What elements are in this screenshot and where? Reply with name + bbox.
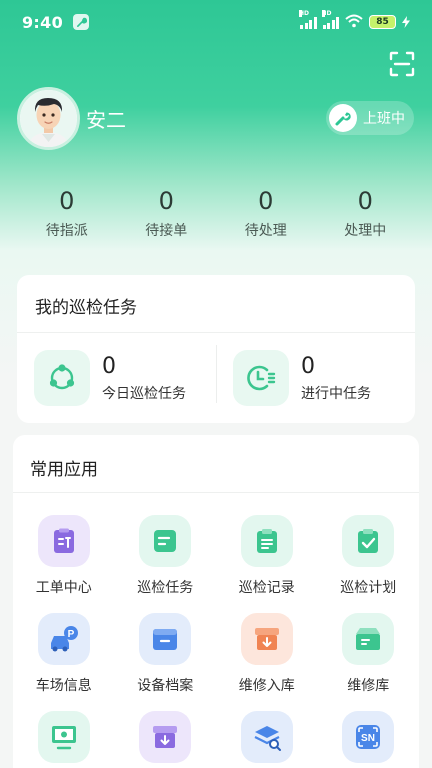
scan-icon[interactable] xyxy=(388,50,416,78)
app-patrol-plan[interactable]: 巡检计划 xyxy=(318,515,420,596)
app-label: 巡检任务 xyxy=(137,580,194,596)
monitor-icon xyxy=(37,711,90,763)
in-progress-task[interactable]: 0 进行中任务 xyxy=(216,333,415,423)
avatar[interactable] xyxy=(17,87,80,150)
repair-storage-icon xyxy=(342,613,395,665)
patrol-card-title: 我的巡检任务 xyxy=(17,275,415,333)
patrol-plan-icon xyxy=(342,515,395,567)
stat-label: 处理中 xyxy=(344,223,387,239)
wrench-icon xyxy=(73,14,89,30)
today-patrol-task[interactable]: 0 今日巡检任务 xyxy=(17,333,216,423)
svg-text:P: P xyxy=(67,629,74,640)
stat-pending-accept[interactable]: 0 待接单 xyxy=(117,186,217,240)
app-label: 巡检记录 xyxy=(238,580,295,596)
charging-icon xyxy=(402,13,410,32)
stat-processing[interactable]: 0 处理中 xyxy=(316,186,416,240)
status-time: 9:40 xyxy=(22,12,63,32)
apps-card-title: 常用应用 xyxy=(13,435,419,493)
clock-list-icon xyxy=(233,350,289,406)
signal-icon: HD xyxy=(299,9,317,29)
app-monitor[interactable] xyxy=(13,711,115,768)
stat-label: 待指派 xyxy=(45,223,88,239)
duty-status-button[interactable]: 上班中 xyxy=(326,101,414,135)
stat-pending-assign[interactable]: 0 待指派 xyxy=(17,186,117,240)
stat-value: 0 xyxy=(357,187,373,215)
app-layers-search[interactable] xyxy=(216,711,318,768)
device-archive-icon xyxy=(139,613,192,665)
app-label: 车场信息 xyxy=(35,678,92,694)
app-sn-scan[interactable]: SN xyxy=(318,711,420,768)
patrol-task-icon xyxy=(139,515,192,567)
app-label: 巡检计划 xyxy=(340,580,397,596)
task-label: 今日巡检任务 xyxy=(102,385,186,402)
repair-inbound-icon xyxy=(240,613,293,665)
common-apps-card: 常用应用 工单中心 巡检任务 巡检记录 巡检计划 P 车场信息 设备档案 维修入… xyxy=(13,435,419,768)
status-bar: 9:40 HD HD 85 xyxy=(0,0,432,44)
app-label: 工单中心 xyxy=(35,580,92,596)
signal-icon: HD xyxy=(321,9,339,29)
duty-status-label: 上班中 xyxy=(363,111,405,127)
user-name: 安二 xyxy=(86,108,126,132)
app-repair-inbound[interactable]: 维修入库 xyxy=(216,613,318,694)
share-nodes-icon xyxy=(34,350,90,406)
archive-download-icon xyxy=(139,711,192,763)
parking-icon: P xyxy=(37,613,90,665)
app-device-archive[interactable]: 设备档案 xyxy=(115,613,217,694)
task-count: 0 xyxy=(102,353,116,379)
patrol-task-card: 我的巡检任务 0 今日巡检任务 0 进行中任务 xyxy=(17,275,415,423)
stat-value: 0 xyxy=(258,187,274,215)
stat-label: 待处理 xyxy=(244,223,287,239)
layers-search-icon xyxy=(240,711,293,763)
task-count: 0 xyxy=(301,353,315,379)
divider xyxy=(216,345,217,403)
app-archive-download[interactable] xyxy=(115,711,217,768)
app-patrol-task[interactable]: 巡检任务 xyxy=(115,515,217,596)
app-repair-storage[interactable]: 维修库 xyxy=(318,613,420,694)
app-patrol-record[interactable]: 巡检记录 xyxy=(216,515,318,596)
battery-icon: 85 xyxy=(369,15,396,29)
stat-label: 待接单 xyxy=(145,223,188,239)
wifi-icon xyxy=(345,13,363,32)
user-profile[interactable]: 安二 xyxy=(17,87,126,150)
app-label: 维修库 xyxy=(347,678,390,694)
app-label: 维修入库 xyxy=(238,678,295,694)
sn-scan-icon: SN xyxy=(342,711,395,763)
task-label: 进行中任务 xyxy=(301,385,371,402)
patrol-record-icon xyxy=(240,515,293,567)
order-stats: 0 待指派 0 待接单 0 待处理 0 处理中 xyxy=(0,186,432,240)
sn-text: SN xyxy=(361,733,375,744)
app-label: 设备档案 xyxy=(137,678,194,694)
app-parking-info[interactable]: P 车场信息 xyxy=(13,613,115,694)
wrench-hand-icon xyxy=(329,104,357,132)
app-work-order-center[interactable]: 工单中心 xyxy=(13,515,115,596)
stat-value: 0 xyxy=(158,187,174,215)
stat-value: 0 xyxy=(59,187,75,215)
stat-pending-process[interactable]: 0 待处理 xyxy=(216,186,316,240)
work-order-icon xyxy=(37,515,90,567)
